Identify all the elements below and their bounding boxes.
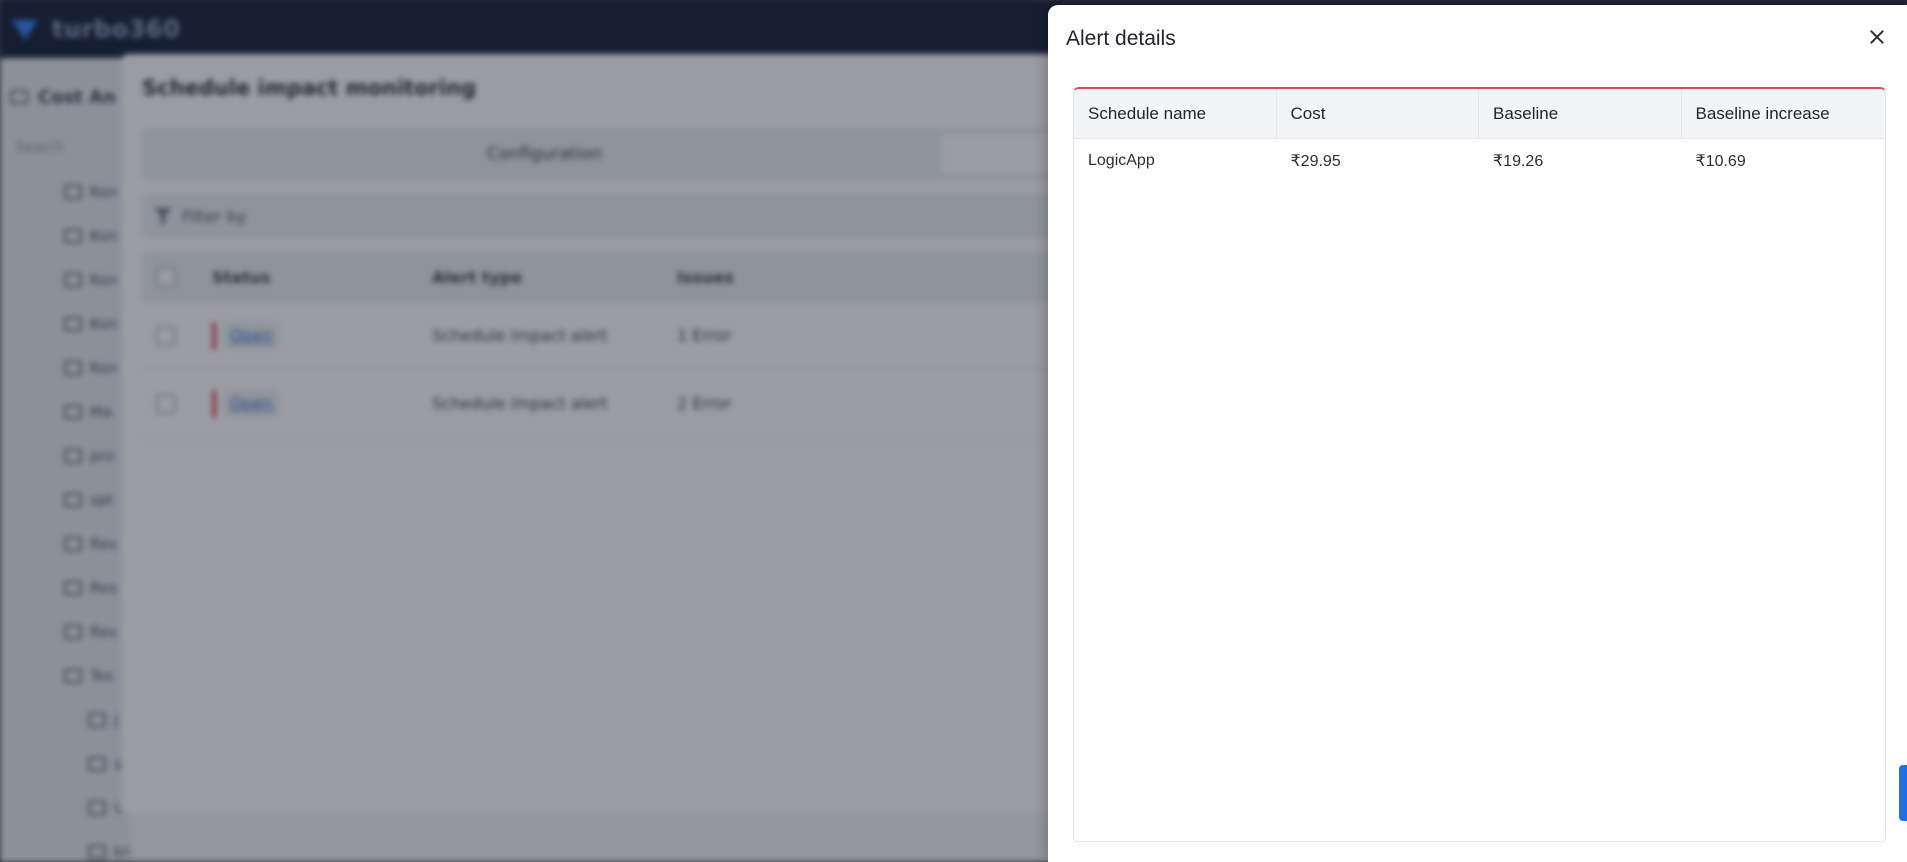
side-panel-tab[interactable] xyxy=(1899,765,1907,821)
column-baseline: Baseline xyxy=(1479,89,1682,138)
column-schedule-name: Schedule name xyxy=(1074,89,1277,138)
schedule-name-cell: LogicApp xyxy=(1088,152,1155,169)
drawer-title: Alert details xyxy=(1066,27,1176,50)
close-icon[interactable] xyxy=(1863,23,1891,51)
alert-details-table: Schedule name Cost Baseline Baseline inc… xyxy=(1073,87,1886,842)
column-cost: Cost xyxy=(1277,89,1479,138)
column-baseline-increase: Baseline increase xyxy=(1695,103,1830,123)
alert-details-table-header: Schedule name Cost Baseline Baseline inc… xyxy=(1074,89,1885,139)
baseline-cell: ₹19.26 xyxy=(1493,153,1544,170)
table-row: LogicApp ₹29.95 ₹19.26 ₹10.69 xyxy=(1074,139,1885,183)
baseline-increase-cell: ₹10.69 xyxy=(1695,153,1746,170)
cost-cell: ₹29.95 xyxy=(1290,153,1341,170)
alert-details-drawer: Alert details Schedule name Cost Baselin… xyxy=(1048,5,1907,862)
